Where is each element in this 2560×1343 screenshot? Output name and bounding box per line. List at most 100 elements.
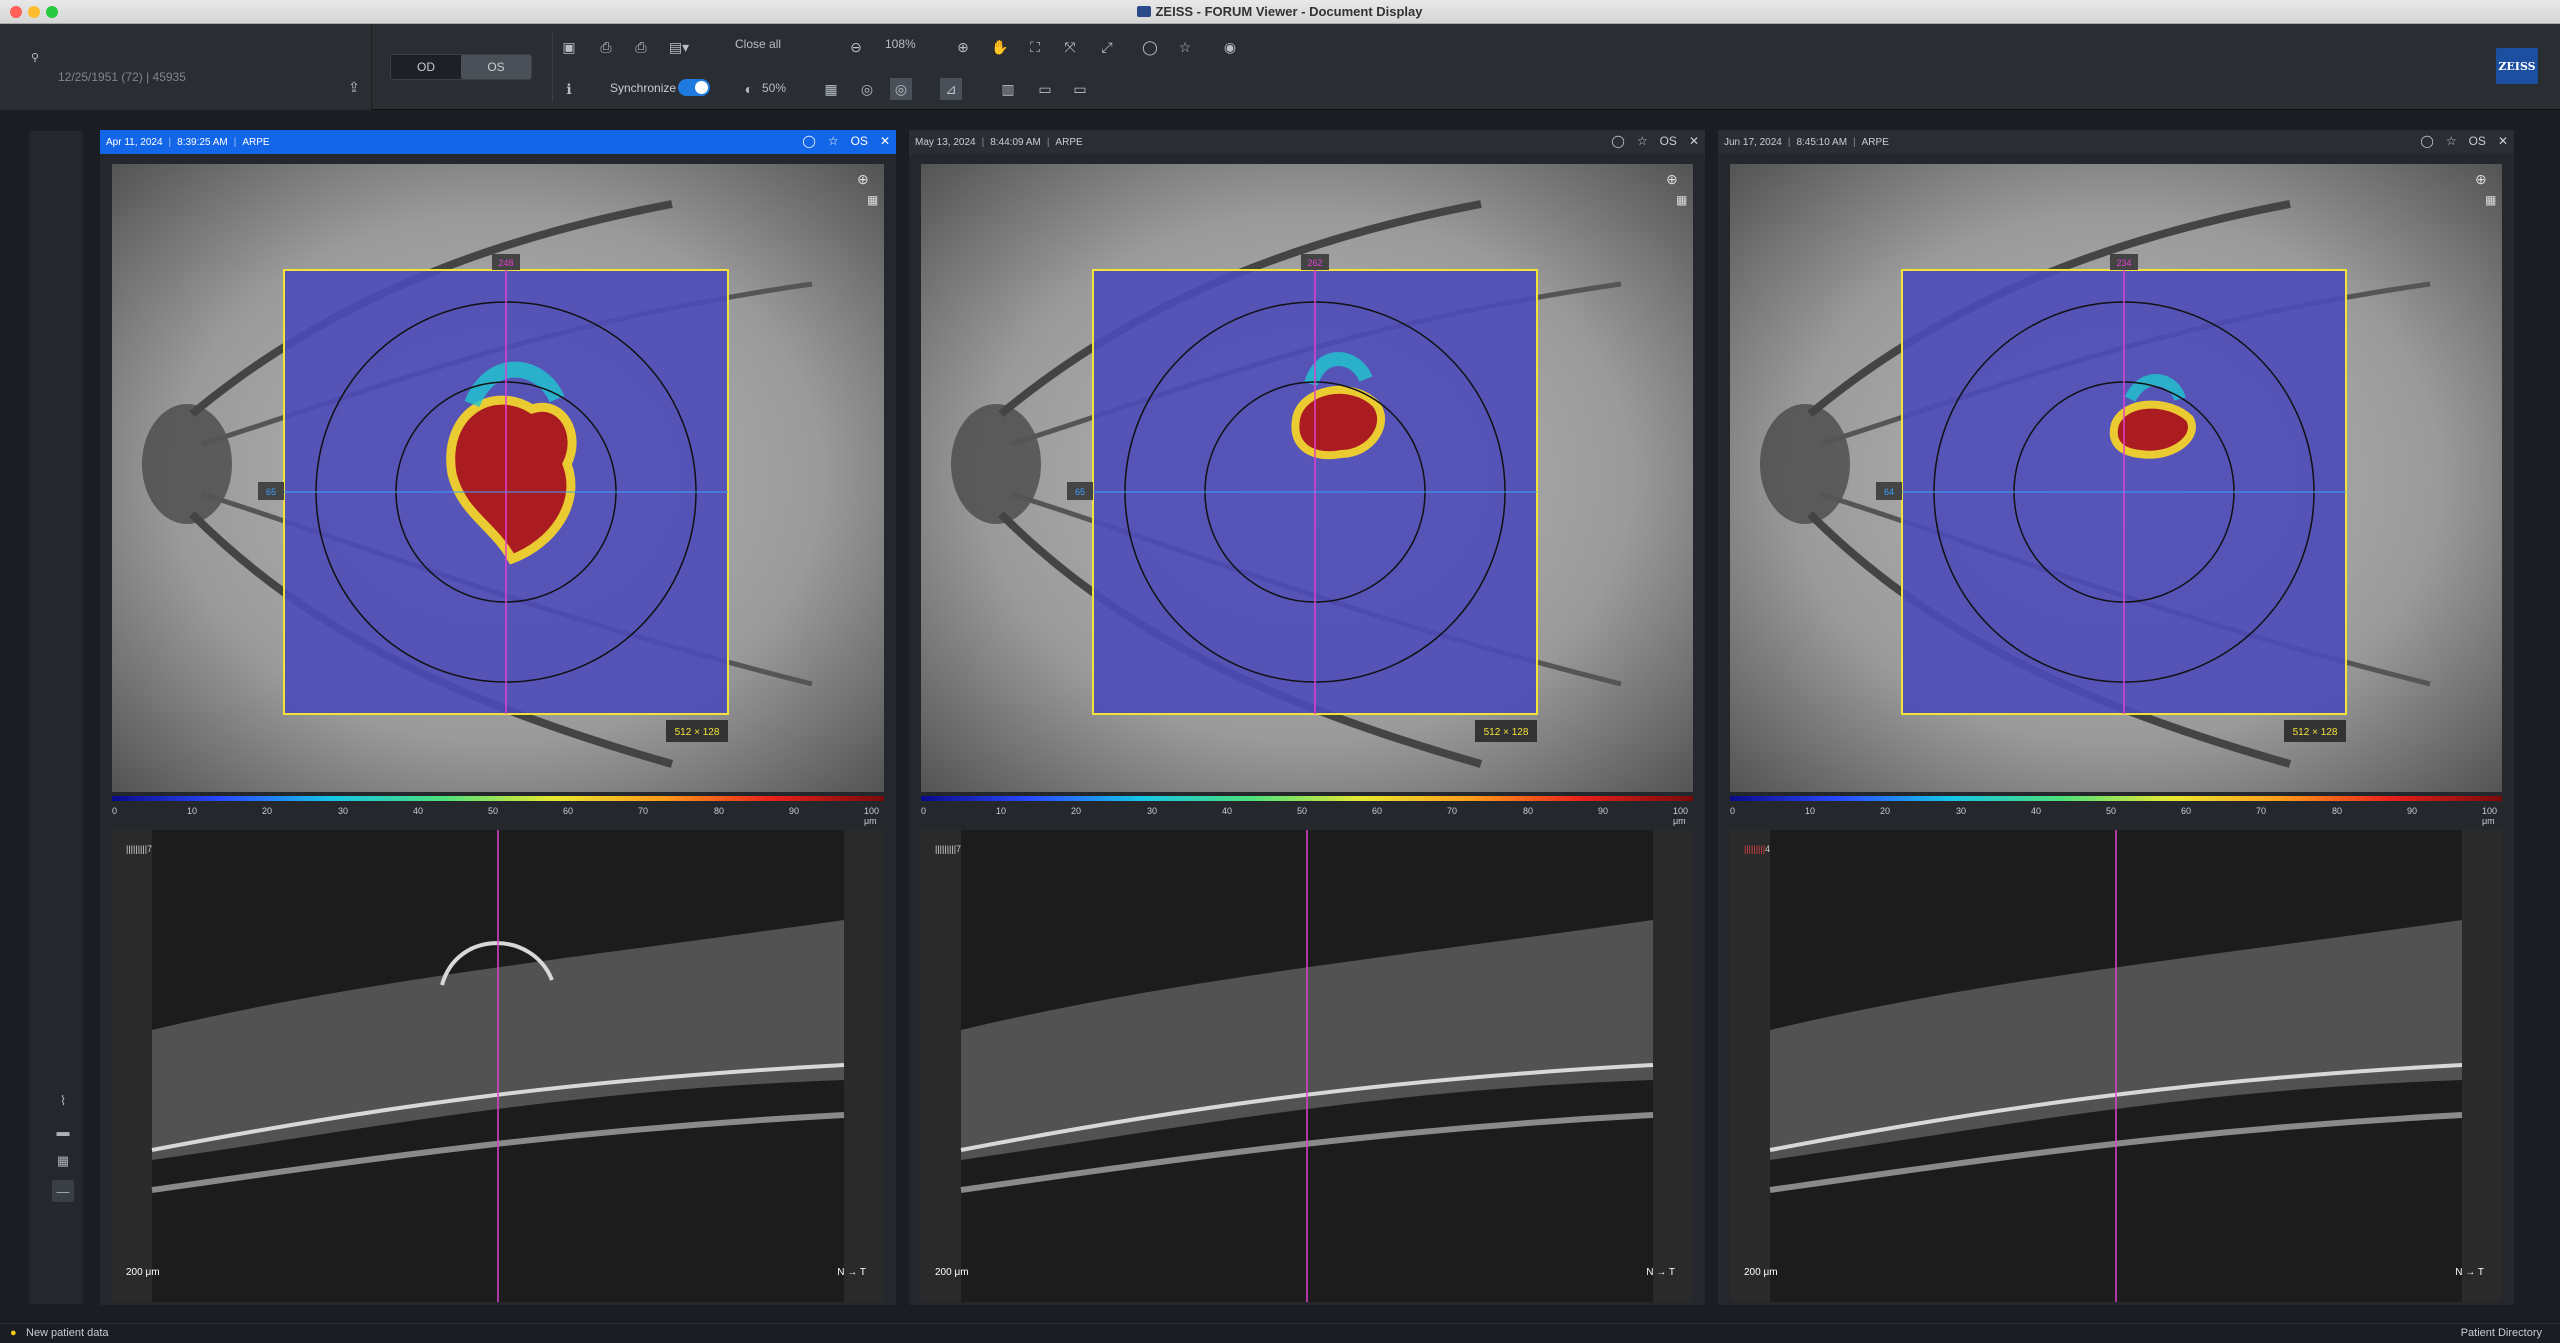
fit-icon[interactable]: ⛶ — [1024, 36, 1046, 58]
eye-od-button[interactable]: OD — [391, 55, 461, 79]
colorscale-tick: 90 — [1598, 806, 1609, 816]
print-preview-icon[interactable]: ⎙ — [595, 36, 617, 58]
colorscale-tick: 20 — [1071, 806, 1082, 816]
actual-size-icon[interactable]: ⤧ — [1059, 36, 1081, 58]
grid-icon[interactable]: ▦ — [1676, 193, 1687, 207]
top-marker: 262 — [1307, 258, 1322, 268]
exam-date: Jun 17, 2024 — [1724, 136, 1782, 148]
comment-icon[interactable]: ◯ — [802, 134, 815, 148]
colorscale-tick: 90 — [2407, 806, 2418, 816]
zoom-out-icon[interactable]: ⊖ — [845, 36, 867, 58]
quality-bar: ||||||||| — [1744, 844, 1766, 854]
etdrs-grid-icon[interactable]: ◎ — [890, 78, 912, 100]
exam-time: 8:39:25 AM — [177, 136, 228, 148]
close-all-button[interactable]: Close all — [735, 37, 781, 51]
toolbar — [0, 24, 2560, 110]
export-icon[interactable]: ⇪ — [343, 76, 365, 98]
oct-bscan[interactable]: |||||||||7 200 μm N → T — [921, 830, 1693, 1302]
fundus-image[interactable]: 248 65 512 × 128 ⊕ ▦ — [112, 164, 884, 792]
panel-header-actions: ◯ ☆ OS ✕ — [2420, 134, 2508, 148]
star-icon[interactable]: ☆ — [2446, 134, 2457, 148]
bscan-icon[interactable]: ▭ — [1034, 78, 1056, 100]
lightbulb-icon: ● — [10, 1327, 17, 1339]
zoom-in-icon[interactable]: ⊕ — [952, 36, 974, 58]
comment-icon[interactable]: ◯ — [1139, 36, 1161, 58]
chart-tool-icon[interactable]: ⌇ — [52, 1090, 74, 1112]
image-tool-icon[interactable]: ▬ — [52, 1120, 74, 1142]
panel-header[interactable]: May 13, 2024 | 8:44:09 AM | ARPE ◯ ☆ OS ✕ — [909, 130, 1705, 154]
print-icon[interactable]: ⎙ — [630, 36, 652, 58]
colorscale-tick: 10 — [996, 806, 1007, 816]
nasal-temporal-indicator: N → T — [2455, 1267, 2484, 1278]
save-icon[interactable]: ▣ — [558, 36, 580, 58]
opacity-icon: ◐ — [744, 81, 754, 97]
colorscale-bar — [1730, 796, 2502, 801]
star-icon[interactable]: ☆ — [828, 134, 839, 148]
measure-icon[interactable]: ⊿ — [940, 78, 962, 100]
pan-hand-icon[interactable]: ✋ — [989, 36, 1011, 58]
export-menu-icon[interactable]: ▤▾ — [668, 36, 690, 58]
colorscale-tick: 0 — [921, 806, 927, 816]
eye-label: OS — [1659, 134, 1677, 148]
colorscale-tick: 10 — [187, 806, 198, 816]
document-panel[interactable]: Apr 11, 2024 | 8:39:25 AM | ARPE ◯ ☆ OS ✕ — [100, 130, 896, 1305]
zeiss-logo: ZEISS — [2496, 48, 2538, 84]
close-panel-icon[interactable]: ✕ — [2498, 134, 2508, 148]
panel-header[interactable]: Apr 11, 2024 | 8:39:25 AM | ARPE ◯ ☆ OS ✕ — [100, 130, 896, 154]
oct-bscan[interactable]: |||||||||7 200 μm N → T — [112, 830, 884, 1302]
thickness-colorscale: 0 10 20 30 40 50 60 70 80 90 100 μm — [1730, 796, 2502, 826]
document-panel[interactable]: Jun 17, 2024 | 8:45:10 AM | ARPE ◯ ☆ OS ✕ — [1718, 130, 2514, 1305]
comment-icon[interactable]: ◯ — [1611, 134, 1624, 148]
fullscreen-icon[interactable]: ⤢ — [1096, 36, 1118, 58]
colorscale-tick: 50 — [2106, 806, 2117, 816]
window-title-text: ZEISS - FORUM Viewer - Document Display — [1155, 4, 1423, 19]
layout-icon[interactable]: ▦ — [820, 78, 842, 100]
quality-value: 7 — [147, 844, 153, 854]
patient-directory-link[interactable]: Patient Directory — [2461, 1327, 2542, 1339]
new-patient-data-link[interactable]: New patient data — [26, 1327, 109, 1339]
nasal-temporal-indicator: N → T — [1646, 1267, 1675, 1278]
quality-value: 7 — [956, 844, 962, 854]
grid-icon[interactable]: ▦ — [867, 193, 878, 207]
star-icon[interactable]: ☆ — [1637, 134, 1648, 148]
colorscale-tick: 40 — [1222, 806, 1233, 816]
colorscale-tick: 40 — [2031, 806, 2042, 816]
window-titlebar: ZEISS - FORUM Viewer - Document Display — [0, 0, 2560, 24]
zoom-level[interactable]: 108% — [885, 37, 916, 51]
scale-bar: 200 μm — [1744, 1267, 1778, 1278]
opacity-value[interactable]: 50% — [762, 81, 786, 95]
report-icon[interactable]: ▭ — [1069, 78, 1091, 100]
info-icon[interactable]: ℹ — [558, 78, 580, 100]
colorscale-tick: 90 — [789, 806, 800, 816]
fundus-image[interactable]: 234 64 512 × 128 ⊕ ▦ — [1730, 164, 2502, 792]
colorscale-tick: 70 — [2256, 806, 2267, 816]
eye-visibility-icon[interactable]: ◉ — [1219, 36, 1241, 58]
table-tool-icon[interactable]: ▦ — [52, 1150, 74, 1172]
comment-icon[interactable]: ◯ — [2420, 134, 2433, 148]
star-icon[interactable]: ☆ — [1174, 36, 1196, 58]
zoom-region-icon[interactable]: ⊕ — [1666, 171, 1678, 187]
close-panel-icon[interactable]: ✕ — [1689, 134, 1699, 148]
panel-header[interactable]: Jun 17, 2024 | 8:45:10 AM | ARPE ◯ ☆ OS ✕ — [1718, 130, 2514, 154]
thumbnails-icon[interactable]: ▥ — [997, 78, 1019, 100]
quality-bar: ||||||||| — [935, 844, 957, 854]
oct-bscan[interactable]: |||||||||4 200 μm N → T — [1730, 830, 2502, 1302]
top-marker: 234 — [2116, 258, 2131, 268]
status-bar: ● New patient data Patient Directory — [0, 1323, 2560, 1343]
close-panel-icon[interactable]: ✕ — [880, 134, 890, 148]
zoom-region-icon[interactable]: ⊕ — [2475, 171, 2487, 187]
grid-icon[interactable]: ▦ — [2485, 193, 2496, 207]
zoom-region-icon[interactable]: ⊕ — [857, 171, 869, 187]
document-panel[interactable]: May 13, 2024 | 8:44:09 AM | ARPE ◯ ☆ OS ✕ — [909, 130, 1705, 1305]
colorscale-bar — [921, 796, 1693, 801]
fundus-image[interactable]: 262 65 512 × 128 ⊕ ▦ — [921, 164, 1693, 792]
overlay-icon[interactable]: ◎ — [856, 78, 878, 100]
thickness-colorscale: 0 10 20 30 40 50 60 70 80 90 100 μm — [921, 796, 1693, 826]
eye-os-button[interactable]: OS — [461, 55, 531, 79]
analysis-mode: ARPE — [242, 136, 270, 148]
line-tool-icon[interactable]: — — [52, 1180, 74, 1202]
quality-bar: ||||||||| — [126, 844, 148, 854]
synchronize-toggle[interactable] — [678, 79, 710, 96]
colorscale-tick: 60 — [563, 806, 574, 816]
thickness-colorscale: 0 10 20 30 40 50 60 70 80 90 100 μm — [112, 796, 884, 826]
